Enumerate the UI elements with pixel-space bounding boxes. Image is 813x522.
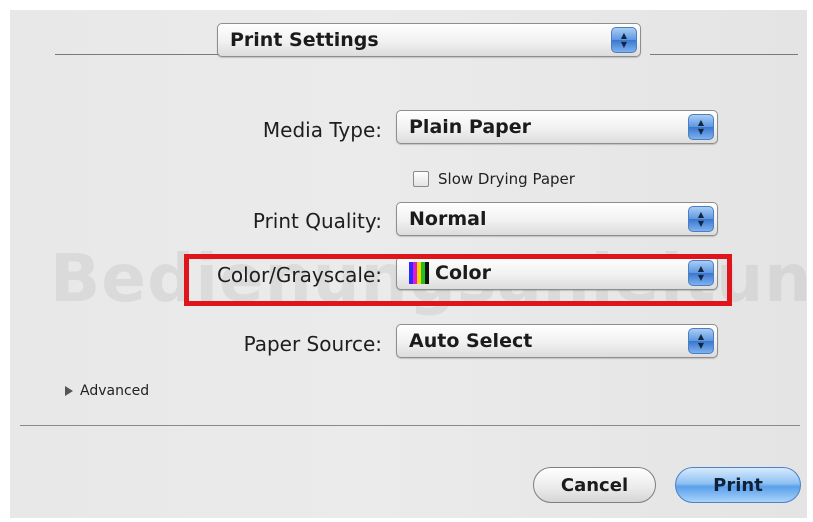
up-down-chevron-icon: ▲ ▼ [688, 206, 714, 232]
slow-drying-label: Slow Drying Paper [438, 170, 575, 188]
highlight-frame [184, 254, 732, 306]
advanced-label: Advanced [80, 383, 150, 399]
print-button-label: Print [713, 474, 763, 496]
print-quality-label: Print Quality: [252, 209, 382, 233]
separator-left [55, 54, 220, 55]
slow-drying-checkbox[interactable] [413, 171, 429, 187]
paper-source-popup[interactable]: Auto Select ▲ ▼ [396, 324, 718, 358]
cancel-button-label: Cancel [560, 474, 629, 496]
print-button[interactable]: Print [675, 467, 801, 503]
media-type-popup[interactable]: Plain Paper ▲ ▼ [396, 110, 718, 144]
cancel-button[interactable]: Cancel [533, 467, 656, 503]
disclosure-triangle-icon [65, 386, 73, 396]
paper-source-label: Paper Source: [243, 332, 382, 356]
media-type-value: Plain Paper [409, 116, 532, 138]
up-down-chevron-icon: ▲ ▼ [688, 328, 714, 354]
slow-drying-row[interactable]: Slow Drying Paper [413, 170, 575, 188]
up-down-chevron-icon: ▲ ▼ [688, 114, 714, 140]
print-quality-value: Normal [409, 208, 487, 230]
pane-selector-popup[interactable]: Print Settings ▲ ▼ [217, 23, 641, 57]
up-down-chevron-icon: ▲ ▼ [611, 27, 637, 53]
separator-right [650, 54, 798, 55]
bottom-separator [20, 425, 800, 426]
pane-selector-value: Print Settings [230, 29, 379, 51]
print-dialog: Print Settings ▲▼ Bedienungsanleitung24.… [10, 10, 813, 518]
paper-source-value: Auto Select [409, 330, 533, 352]
media-type-label: Media Type: [262, 118, 382, 142]
advanced-disclosure[interactable]: Advanced [65, 383, 149, 399]
print-quality-popup[interactable]: Normal ▲ ▼ [396, 202, 718, 236]
